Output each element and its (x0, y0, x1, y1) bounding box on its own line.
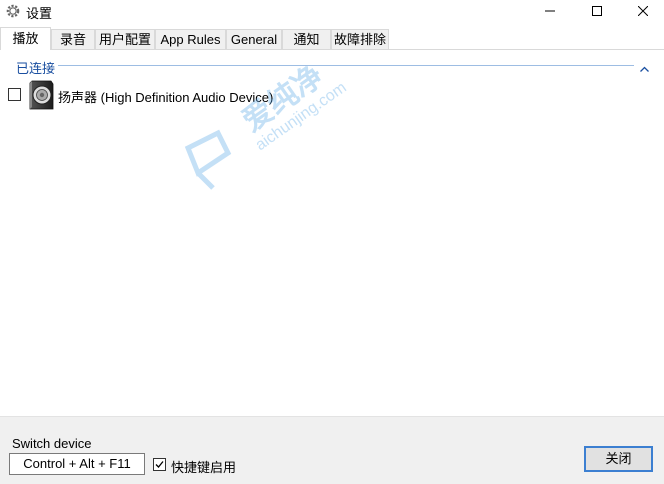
tab-troubleshooting[interactable]: 故障排除 (331, 29, 389, 49)
close-window-button[interactable] (620, 0, 664, 22)
hotkey-enabled-checkbox[interactable] (153, 458, 166, 471)
device-checkbox[interactable] (8, 88, 21, 101)
tab-user-profiles[interactable]: 用户配置 (95, 29, 155, 49)
group-divider (58, 65, 634, 66)
speaker-icon (26, 80, 54, 110)
gear-icon (5, 3, 21, 19)
device-name: 扬声器 (High Definition Audio Device) (58, 90, 274, 105)
minimize-button[interactable] (527, 0, 573, 22)
tab-notifications[interactable]: 通知 (282, 29, 331, 49)
switch-device-label: Switch device (12, 436, 92, 451)
tab-app-rules[interactable]: App Rules (155, 29, 226, 49)
group-header-connected: 已连接 (16, 61, 56, 76)
device-row[interactable]: 扬声器 (High Definition Audio Device) (8, 80, 328, 112)
hotkey-enabled-label: 快捷键启用 (171, 460, 237, 475)
playback-panel: 已连接 扬声器 (High Definition Audio Device) 爱… (0, 50, 664, 416)
window-title: 设置 (26, 6, 53, 21)
chevron-up-icon[interactable] (640, 60, 649, 75)
tab-general[interactable]: General (226, 29, 282, 49)
close-button[interactable]: 关闭 (584, 446, 653, 472)
minimize-icon (545, 6, 555, 16)
tab-playback[interactable]: 播放 (0, 27, 51, 50)
tab-bar: 播放 录音 用户配置 App Rules General 通知 故障排除 (0, 27, 664, 50)
maximize-button[interactable] (574, 0, 620, 22)
title-bar: 设置 (0, 0, 664, 22)
footer: Switch device Control + Alt + F11 快捷键启用 … (0, 416, 664, 484)
tab-recording[interactable]: 录音 (51, 29, 95, 49)
hotkey-input[interactable]: Control + Alt + F11 (9, 453, 145, 475)
maximize-icon (592, 6, 602, 16)
close-icon (638, 6, 648, 16)
